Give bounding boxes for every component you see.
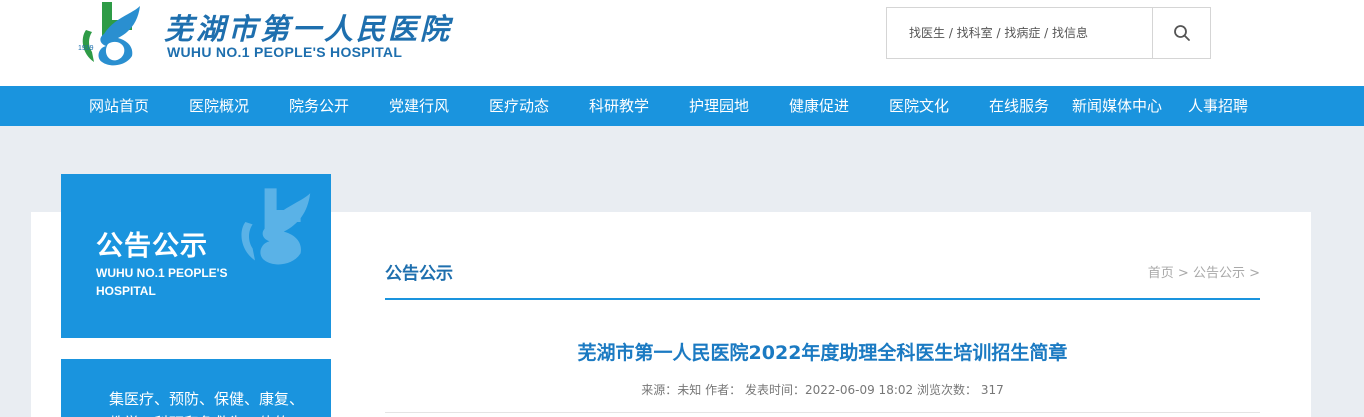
breadcrumb-home-link[interactable]: 首页: [1148, 266, 1174, 281]
article-divider: [385, 412, 1260, 413]
section-title: 公告公示: [385, 264, 453, 284]
nav-item-media-center[interactable]: 新闻媒体中心: [1072, 86, 1162, 126]
breadcrumb-separator: >: [1249, 266, 1260, 281]
meta-views: 317: [980, 383, 1004, 397]
meta-views-label: 浏览次数：: [916, 383, 977, 397]
nav-item-culture[interactable]: 医院文化: [889, 86, 949, 126]
sidebar-title-block: 公告公示 WUHU NO.1 PEOPLE'S HOSPITAL: [61, 174, 331, 338]
nav-item-medical-news[interactable]: 医疗动态: [489, 86, 549, 126]
breadcrumb-separator: >: [1177, 266, 1189, 281]
breadcrumb-current-link[interactable]: 公告公示: [1193, 266, 1245, 281]
nav-item-party[interactable]: 党建行风: [389, 86, 449, 126]
hospital-logo[interactable]: 1939 芜湖市第一人民医院 WUHU NO.1 PEOPLE'S HOSPIT…: [74, 0, 454, 72]
meta-source-label: 来源：: [641, 383, 678, 397]
search-icon: [1173, 25, 1190, 41]
logo-english-name: WUHU NO.1 PEOPLE'S HOSPITAL: [167, 44, 403, 60]
sidebar-intro-block: 集医疗、预防、保健、康复、教学、科研和急救为一体的: [61, 359, 331, 417]
nav-item-nursing[interactable]: 护理园地: [689, 86, 749, 126]
svg-text:1939: 1939: [78, 45, 94, 52]
section-header: 公告公示 首页 > 公告公示 >: [385, 250, 1260, 300]
dove-logo-icon: 1939: [78, 2, 140, 66]
article-meta: 来源：未知 作者： 发表时间：2022-06-09 18:02 浏览次数： 31…: [385, 381, 1260, 398]
nav-item-online-service[interactable]: 在线服务: [989, 86, 1049, 126]
meta-date: 2022-06-09 18:02: [805, 383, 914, 397]
search-button[interactable]: [1152, 8, 1210, 58]
search-box: [886, 7, 1211, 59]
search-input[interactable]: [887, 8, 1152, 58]
article-title: 芜湖市第一人民医院2022年度助理全科医生培训招生简章: [577, 342, 1068, 364]
nav-item-research[interactable]: 科研教学: [589, 86, 649, 126]
meta-source: 未知: [677, 383, 702, 397]
meta-author-label: 作者：: [705, 383, 742, 397]
main-nav: 网站首页 医院概况 院务公开 党建行风 医疗动态 科研教学 护理园地 健康促进 …: [0, 86, 1364, 126]
nav-item-recruitment[interactable]: 人事招聘: [1188, 86, 1248, 126]
meta-date-label: 发表时间：: [744, 383, 805, 397]
logo-chinese-name: 芜湖市第一人民医院: [164, 12, 453, 46]
nav-item-health[interactable]: 健康促进: [789, 86, 849, 126]
dove-watermark-icon: [241, 188, 311, 265]
nav-item-overview[interactable]: 医院概况: [189, 86, 249, 126]
sidebar-intro-text: 集医疗、预防、保健、康复、教学、科研和急救为一体的: [109, 390, 305, 417]
sidebar-title: 公告公示: [96, 231, 208, 262]
nav-item-affairs[interactable]: 院务公开: [289, 86, 349, 126]
nav-item-home[interactable]: 网站首页: [89, 86, 149, 126]
breadcrumb: 首页 > 公告公示 >: [1148, 262, 1260, 281]
site-header: 1939 芜湖市第一人民医院 WUHU NO.1 PEOPLE'S HOSPIT…: [0, 0, 1364, 86]
sidebar-subtitle: WUHU NO.1 PEOPLE'S HOSPITAL: [96, 266, 228, 298]
